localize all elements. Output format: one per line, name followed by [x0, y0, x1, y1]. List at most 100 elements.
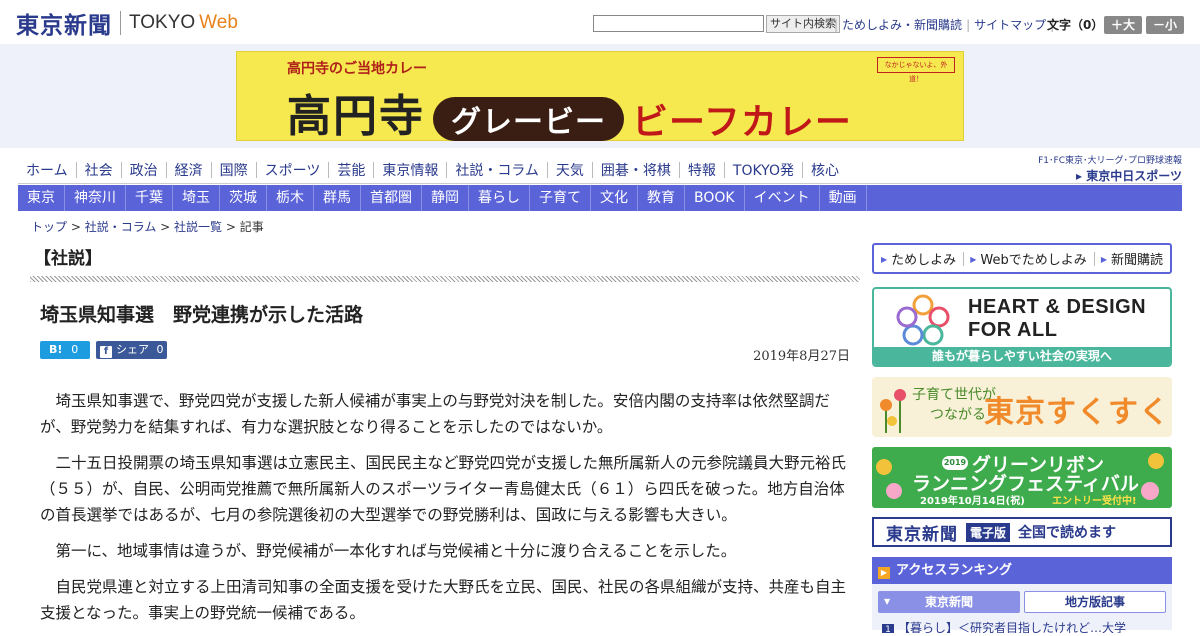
- breadcrumb-editorial-list[interactable]: 社説一覧: [174, 220, 222, 234]
- section-title: 【社説】: [34, 249, 102, 269]
- heart-design-banner[interactable]: HEART & DESIGN FOR ALL 誰もが暮らしやすい社会の実現へ: [872, 287, 1172, 367]
- ranking-item[interactable]: 1 【暮らし】＜研究者目指したけれど…大学: [882, 619, 1166, 633]
- trial-links-box: ためしよみ Webでためしよみ 新聞購読: [872, 243, 1172, 274]
- regional-nav: 東京 神奈川 千葉 埼玉 茨城 栃木 群馬 首都圏 静岡 暮らし 子育て 文化 教育 BOOK イベント 動画: [18, 185, 1182, 211]
- ranking-icon: ▶: [878, 567, 890, 579]
- article-title: 埼玉県知事選 野党連携が示した活路: [40, 304, 364, 326]
- regional-nav-item[interactable]: 埼玉: [173, 185, 220, 211]
- nav-item[interactable]: 特報: [680, 160, 724, 180]
- green-date: 2019年10月14日(祝): [920, 496, 1025, 507]
- top-links: | ためしよみ・新聞購読 | サイトマップ |: [834, 16, 1055, 33]
- breadcrumb: トップ > 社説・コラム > 社説一覧 > 記事: [31, 220, 264, 234]
- subscribe-link[interactable]: 新聞購読: [1094, 249, 1170, 268]
- edition-logo: 東京新聞: [886, 524, 958, 545]
- regional-nav-item[interactable]: 栃木: [267, 185, 314, 211]
- font-smaller-button[interactable]: －小: [1146, 16, 1184, 34]
- tokyo-sukusuku-banner[interactable]: 子育て世代が つながる 東京すくすく: [872, 377, 1172, 437]
- hatena-count: 0: [71, 343, 79, 356]
- breadcrumb-top[interactable]: トップ: [31, 220, 67, 234]
- article-paragraph: 第一に、地域事情は違うが、野党候補が一本化すれば与党候補と十分に渡り合えることを…: [55, 542, 737, 560]
- banner-right-text: ビーフカレー: [632, 102, 852, 143]
- hatena-icon: B!: [49, 343, 63, 356]
- logo-jp: 東京新聞: [16, 12, 112, 39]
- banner-subtitle: 高円寺のご当地カレー: [287, 61, 427, 77]
- regional-nav-item[interactable]: イベント: [745, 185, 820, 211]
- web-trial-link[interactable]: Webでためしよみ: [963, 249, 1094, 268]
- banner-main-text: 高円寺: [287, 91, 425, 142]
- article-paragraph: 自民党県連と対立する上田清司知事の全面支援を受けた大野氏を立民、国民、社民の各県…: [40, 578, 847, 622]
- nav-item[interactable]: 政治: [122, 160, 166, 180]
- heart-title: HEART & DESIGN FOR ALL: [968, 296, 1147, 341]
- article-body: 埼玉県知事選で、野党四党が支援した新人候補が事実上の与野党対決を制した。安倍内閣…: [40, 388, 846, 636]
- site-search-button[interactable]: サイト内検索: [766, 15, 840, 33]
- link-trial-subscribe[interactable]: ためしよみ・新聞購読: [838, 16, 966, 33]
- green-year-badge: 2019: [942, 456, 968, 470]
- edition-badge: 電子版: [966, 522, 1011, 542]
- facebook-icon: f: [100, 346, 112, 358]
- regional-nav-item[interactable]: 子育て: [530, 185, 591, 211]
- regional-nav-item[interactable]: 動画: [820, 185, 867, 211]
- nav-item[interactable]: 核心: [803, 160, 847, 180]
- nav-item[interactable]: 芸能: [329, 160, 373, 180]
- nav-item[interactable]: ホーム: [18, 160, 76, 180]
- banner-headline: 高円寺 グレービー ビーフカレー: [287, 80, 852, 145]
- facebook-share-button[interactable]: f シェア 0: [96, 341, 167, 359]
- ad-banner[interactable]: 高円寺のご当地カレー 高円寺 グレービー ビーフカレー なかじゃないよ、外道！: [236, 51, 964, 143]
- regional-nav-item[interactable]: 文化: [591, 185, 638, 211]
- nav-item[interactable]: スポーツ: [257, 160, 329, 180]
- green-ribbon-banner[interactable]: 2019 グリーンリボン ランニングフェスティバル 2019年10月14日(祝)…: [872, 447, 1172, 508]
- trial-read-link[interactable]: ためしよみ: [874, 249, 963, 268]
- nav-item[interactable]: 社説・コラム: [447, 160, 547, 180]
- regional-nav-item[interactable]: 東京: [18, 185, 65, 211]
- regional-nav-item[interactable]: BOOK: [685, 185, 745, 211]
- regional-nav-item[interactable]: 静岡: [422, 185, 469, 211]
- facebook-share-label: シェア: [116, 343, 149, 356]
- green-entry: エントリー受付中!: [1052, 496, 1137, 507]
- edition-text: 全国で読めます: [1018, 525, 1117, 541]
- hatched-divider: [30, 276, 860, 282]
- regional-nav-item[interactable]: 暮らし: [469, 185, 530, 211]
- banner-pill: グレービー: [433, 97, 624, 141]
- logo-web: Web: [199, 12, 238, 33]
- font-size-label: 文字（0）: [1047, 18, 1104, 32]
- hatena-bookmark-button[interactable]: B! 0: [40, 341, 90, 359]
- breadcrumb-editorial[interactable]: 社説・コラム: [85, 220, 157, 234]
- chunichi-tagline: F1･FC東京･大リーグ･プロ野球速報: [1038, 156, 1182, 166]
- chunichi-logo: ▸ 東京中日スポーツ: [1076, 169, 1182, 183]
- site-logo[interactable]: 東京新聞 TOKYO Web: [16, 9, 238, 39]
- regional-nav-item[interactable]: 神奈川: [65, 185, 126, 211]
- search-input[interactable]: [593, 15, 764, 32]
- flowers-icon: [880, 389, 906, 433]
- primary-nav: ホーム 社会 政治 経済 国際 スポーツ 芸能 東京情報 社説・コラム 天気 囲碁・将棋 特報 TOKY…: [18, 158, 1018, 182]
- regional-nav-item[interactable]: 首都圏: [361, 185, 422, 211]
- nav-item[interactable]: 東京情報: [374, 160, 446, 180]
- nav-item[interactable]: 社会: [77, 160, 121, 180]
- nav-item[interactable]: 経済: [167, 160, 211, 180]
- nav-item[interactable]: 囲碁・将棋: [593, 160, 679, 180]
- ranking-tab-tokyo[interactable]: 東京新聞: [878, 591, 1020, 613]
- facebook-count: 0: [156, 343, 164, 356]
- sukusuku-title: 東京すくすく: [984, 395, 1170, 430]
- article-paragraph: 二十五日投開票の埼玉県知事選は立憲民主、国民民主など野党四党が支援した無所属新人…: [40, 454, 847, 524]
- ranking-tab-local[interactable]: 地方版記事: [1024, 591, 1166, 613]
- nav-item[interactable]: TOKYO発: [725, 160, 802, 180]
- nav-item[interactable]: 国際: [212, 160, 256, 180]
- ranking-item-title: 【暮らし】＜研究者目指したけれど…大学: [898, 621, 1127, 633]
- digital-edition-banner[interactable]: 東京新聞 電子版 全国で読めます: [872, 517, 1172, 547]
- heart-footer: 誰もが暮らしやすい社会の実現へ: [874, 347, 1170, 365]
- regional-nav-item[interactable]: 教育: [638, 185, 685, 211]
- regional-nav-item[interactable]: 茨城: [220, 185, 267, 211]
- logo-divider: [120, 11, 121, 35]
- logo-en: TOKYO: [129, 12, 196, 33]
- regional-nav-item[interactable]: 千葉: [126, 185, 173, 211]
- regional-nav-item[interactable]: 群馬: [314, 185, 361, 211]
- link-sitemap[interactable]: サイトマップ: [970, 16, 1050, 33]
- breadcrumb-current: 記事: [239, 220, 264, 234]
- chunichi-sports-link[interactable]: F1･FC東京･大リーグ･プロ野球速報 ▸ 東京中日スポーツ: [1026, 153, 1182, 183]
- nav-item[interactable]: 天気: [548, 160, 592, 180]
- font-larger-button[interactable]: ＋大: [1104, 16, 1142, 34]
- article-date: 2019年8月27日: [753, 349, 850, 364]
- ranking-number: 1: [882, 624, 894, 633]
- flower-logo-icon: [896, 294, 950, 346]
- ranking-header: ▶ アクセスランキング: [872, 557, 1172, 584]
